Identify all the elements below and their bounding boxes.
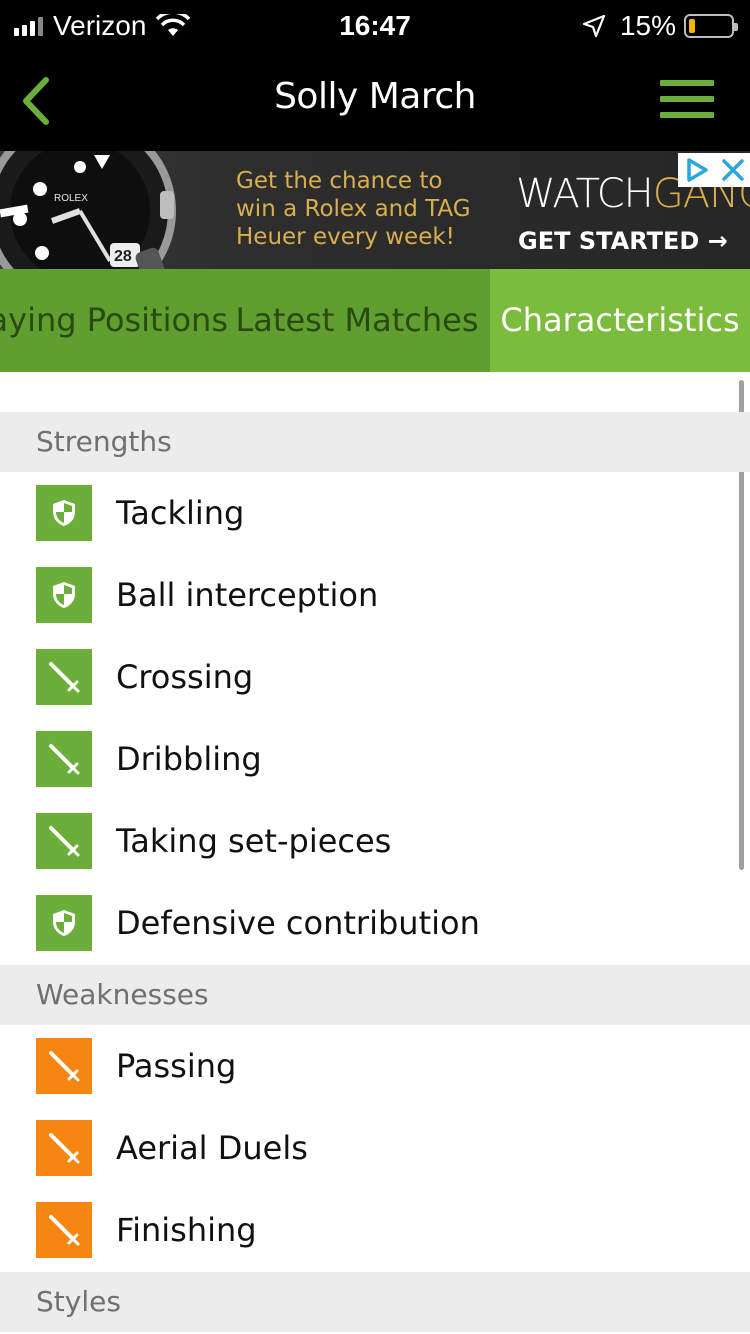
status-bar: Verizon 16:47 15% xyxy=(0,0,750,52)
sword-icon xyxy=(36,1120,92,1176)
ad-copy: Get the chance to win a Rolex and TAG He… xyxy=(236,167,471,251)
sword-icon xyxy=(36,1038,92,1094)
list-item-label: Taking set-pieces xyxy=(116,822,392,860)
sword-icon xyxy=(36,649,92,705)
ad-logo-watch: WATCH xyxy=(516,171,654,217)
list-item-label: Defensive contribution xyxy=(116,904,480,942)
list-item[interactable]: Passing xyxy=(0,1025,750,1107)
list-item[interactable]: Ball interception xyxy=(0,554,750,636)
status-right: 15% xyxy=(582,8,738,44)
ad-choices-icon[interactable] xyxy=(684,157,710,183)
hamburger-menu-icon[interactable] xyxy=(660,80,714,118)
tab-bar: aying Positions Latest Matches Character… xyxy=(0,269,750,372)
battery-percent: 15% xyxy=(619,10,676,41)
list-item[interactable]: Crossing xyxy=(0,636,750,718)
navigation-bar: Solly March xyxy=(0,52,750,151)
ad-copy-line: win a Rolex and TAG xyxy=(236,196,471,222)
list-item-label: Aerial Duels xyxy=(116,1129,308,1167)
sword-icon xyxy=(36,813,92,869)
list-item[interactable]: Dribbling xyxy=(0,718,750,800)
tab-characteristics[interactable]: Characteristics xyxy=(490,269,750,372)
list-item[interactable]: Tackling xyxy=(0,472,750,554)
list-item-label: Passing xyxy=(116,1047,237,1085)
watch-date: 28 xyxy=(114,248,132,265)
list-item-label: Dribbling xyxy=(116,740,262,778)
characteristics-list[interactable]: Strengths Tackling Ball interception Cro… xyxy=(0,372,750,1334)
close-icon[interactable] xyxy=(721,158,745,182)
ad-copy-line: Heuer every week! xyxy=(236,224,455,250)
list-item[interactable]: Taking set-pieces xyxy=(0,800,750,882)
page-title: Solly March xyxy=(274,76,476,117)
shield-icon xyxy=(36,485,92,541)
section-header-styles: Styles xyxy=(0,1272,750,1332)
ad-choices-badge[interactable] xyxy=(678,153,750,187)
tab-playing-positions[interactable]: aying Positions xyxy=(0,269,228,372)
list-item-label: Ball interception xyxy=(116,576,379,614)
shield-icon xyxy=(36,567,92,623)
watch-image: ROLEX 28 xyxy=(0,151,176,269)
battery-icon xyxy=(684,14,738,38)
ad-cta-button[interactable]: GET STARTED → xyxy=(518,227,728,255)
sword-icon xyxy=(36,1202,92,1258)
list-item[interactable]: Defensive contribution xyxy=(0,882,750,964)
list-item[interactable]: Finishing xyxy=(0,1189,750,1271)
ad-copy-line: Get the chance to xyxy=(236,168,443,194)
tab-latest-matches[interactable]: Latest Matches xyxy=(232,269,482,372)
section-header-weaknesses: Weaknesses xyxy=(0,965,750,1025)
section-header-strengths: Strengths xyxy=(0,412,750,472)
list-item-label: Tackling xyxy=(116,494,245,532)
sword-icon xyxy=(36,731,92,787)
watch-brand: ROLEX xyxy=(54,193,88,204)
shield-icon xyxy=(36,895,92,951)
list-item-label: Finishing xyxy=(116,1211,257,1249)
list-item[interactable]: Aerial Duels xyxy=(0,1107,750,1189)
list-item-label: Crossing xyxy=(116,658,254,696)
ad-banner[interactable]: ROLEX 28 Get the chance to win a Rolex a… xyxy=(0,151,750,269)
location-arrow-icon xyxy=(582,14,606,38)
